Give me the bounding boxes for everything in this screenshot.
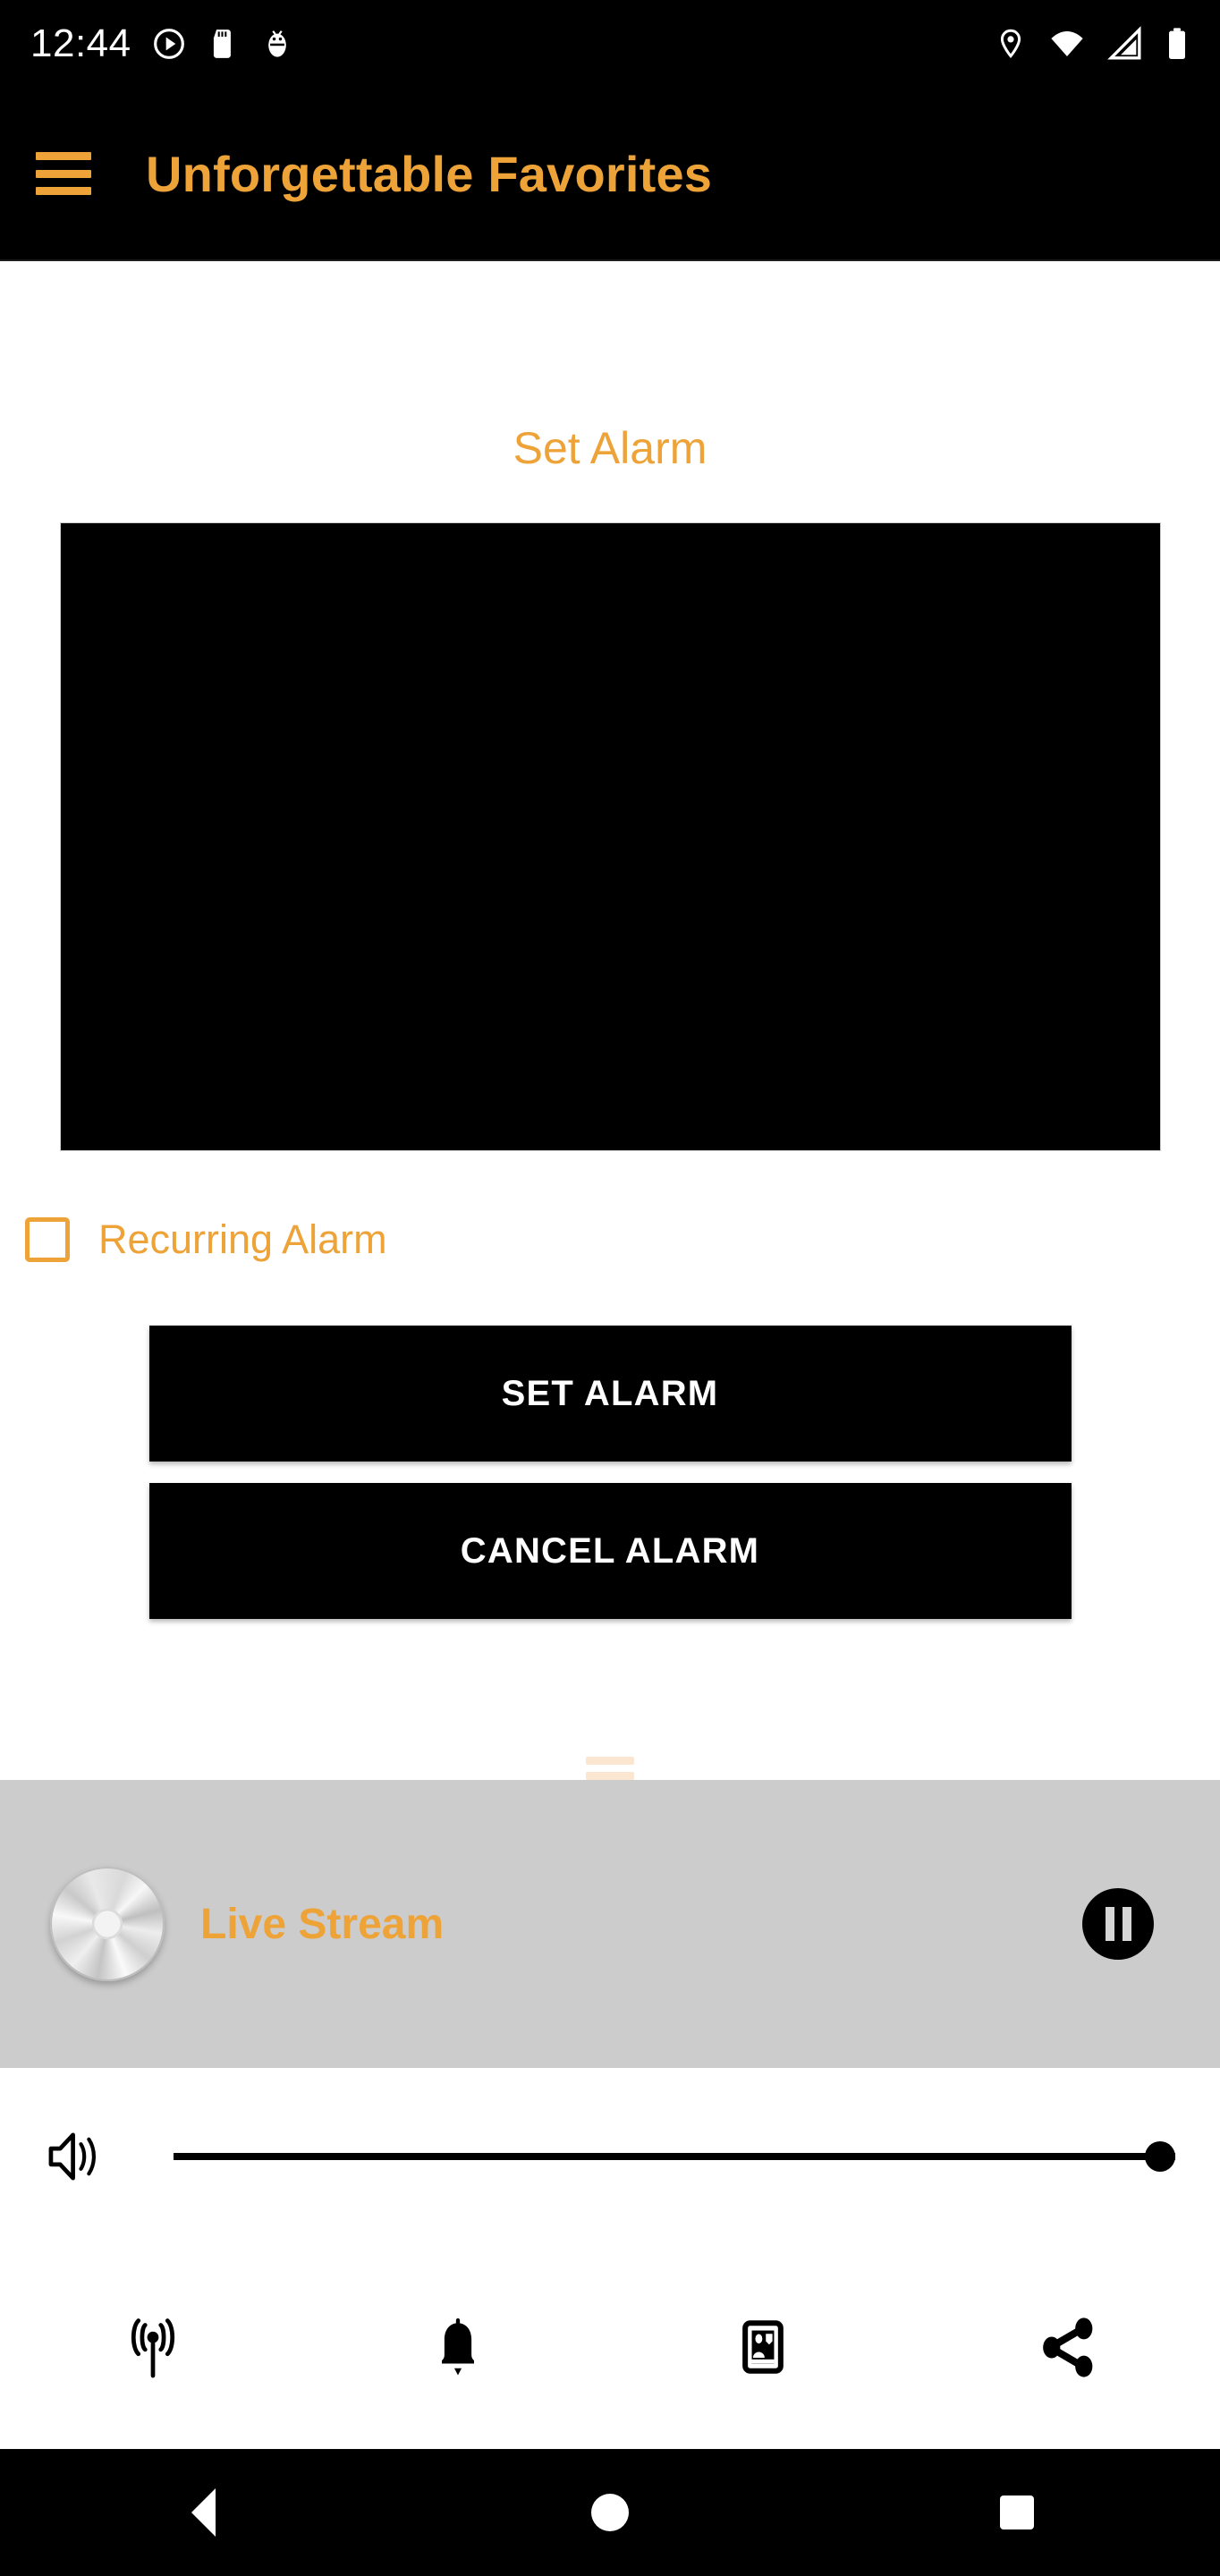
android-nav-bar — [0, 2449, 1220, 2576]
recurring-alarm-label: Recurring Alarm — [98, 1216, 387, 1262]
recurring-alarm-row[interactable]: Recurring Alarm — [0, 1216, 1220, 1263]
broadcast-antenna-icon — [131, 2318, 174, 2378]
hamburger-menu-icon[interactable] — [36, 152, 91, 195]
pause-bar — [1122, 1907, 1131, 1941]
cellular-signal-icon — [1107, 26, 1141, 60]
volume-row — [0, 2068, 1220, 2245]
volume-slider-thumb[interactable] — [1145, 2141, 1175, 2172]
main-content: Set Alarm Recurring Alarm SET ALARM CANC… — [0, 261, 1220, 1780]
tab-contact[interactable] — [610, 2245, 915, 2449]
share-icon — [1042, 2318, 1092, 2377]
status-bar-left: 12:44 — [30, 24, 294, 64]
app-screen: 12:44 Unforgettable Favorites Set Alarm … — [0, 0, 1220, 2576]
recurring-alarm-checkbox[interactable] — [25, 1217, 70, 1262]
section-title: Set Alarm — [513, 423, 707, 473]
pause-icon[interactable] — [1082, 1888, 1154, 1960]
player-drag-handle[interactable] — [586, 1757, 634, 1780]
sd-card-icon — [213, 30, 231, 58]
tab-alarm[interactable] — [305, 2245, 610, 2449]
battery-icon — [1169, 28, 1185, 59]
circle-home-icon — [590, 2494, 629, 2531]
nav-home-button[interactable] — [552, 2449, 668, 2576]
play-circle-icon — [153, 29, 184, 59]
volume-slider[interactable] — [174, 2130, 1175, 2183]
compact-disc-icon — [50, 1867, 165, 1981]
pause-bar — [1105, 1907, 1114, 1941]
triangle-back-icon — [191, 2488, 216, 2537]
tab-share[interactable] — [915, 2245, 1220, 2449]
wifi-icon — [1051, 31, 1083, 56]
contact-card-icon — [741, 2320, 784, 2374]
app-bar: Unforgettable Favorites — [0, 88, 1220, 261]
track-title: Live Stream — [200, 1900, 445, 1948]
tab-broadcast[interactable] — [0, 2245, 305, 2449]
player-bar[interactable]: Live Stream — [0, 1780, 1220, 2068]
location-icon — [1000, 29, 1021, 59]
set-alarm-button[interactable]: SET ALARM — [148, 1326, 1072, 1462]
status-clock: 12:44 — [30, 21, 131, 65]
cancel-alarm-button[interactable]: CANCEL ALARM — [148, 1483, 1072, 1619]
hamburger-line — [36, 187, 91, 195]
bottom-tab-bar — [0, 2245, 1220, 2449]
android-debug-icon — [267, 30, 286, 57]
nav-recents-button[interactable] — [959, 2449, 1075, 2576]
nav-back-button[interactable] — [145, 2449, 261, 2576]
status-bar: 12:44 — [0, 0, 1220, 88]
speaker-volume-icon[interactable] — [47, 2127, 113, 2186]
status-bar-right — [995, 26, 1190, 62]
drag-handle-line — [586, 1757, 634, 1765]
square-recents-icon — [999, 2496, 1034, 2529]
bell-icon — [441, 2318, 474, 2376]
volume-slider-track — [174, 2153, 1175, 2160]
alarm-time-picker[interactable] — [59, 522, 1161, 1151]
hamburger-line — [36, 169, 91, 178]
drag-handle-line — [586, 1772, 634, 1780]
alarm-action-buttons: SET ALARM CANCEL ALARM — [148, 1326, 1072, 1619]
hamburger-line — [36, 152, 91, 160]
page-title: Unforgettable Favorites — [146, 145, 713, 202]
